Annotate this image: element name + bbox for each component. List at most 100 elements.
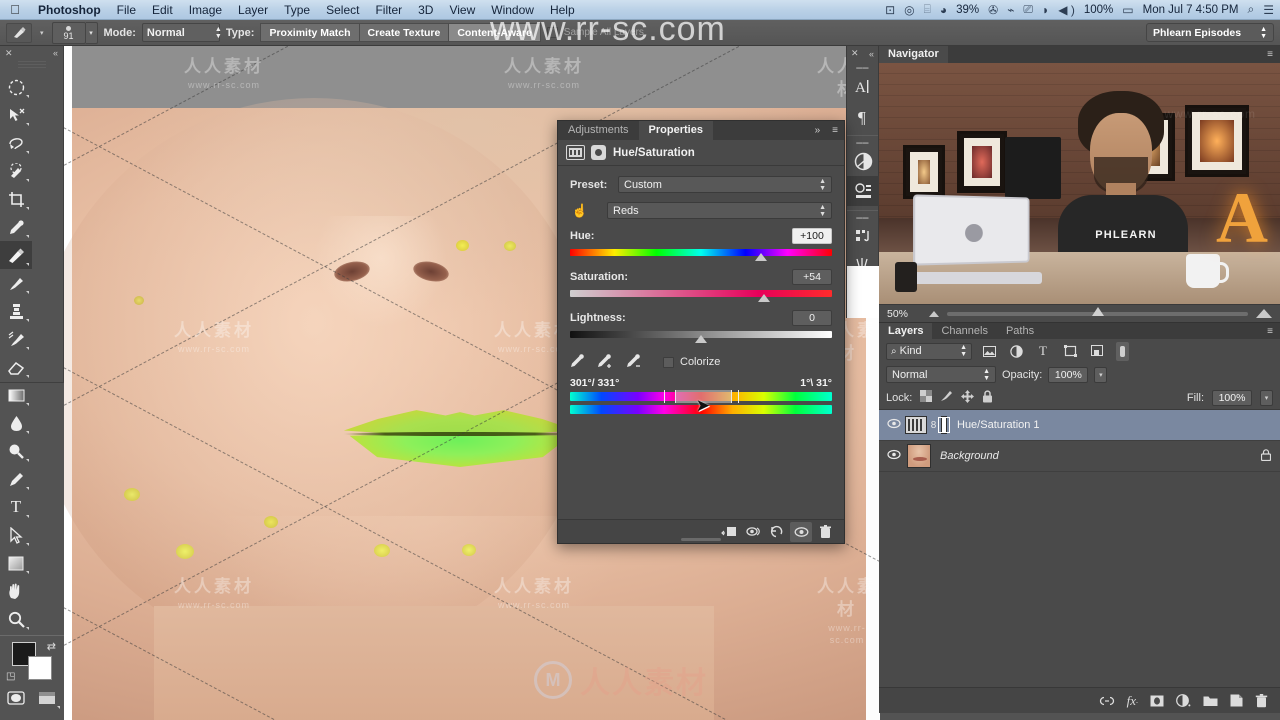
zoom-tool[interactable] [0,605,32,633]
layer-style-icon[interactable]: fx. [1127,693,1138,709]
gradient-tool[interactable] [0,381,32,409]
screen-record-icon[interactable]: ⊡ [885,3,895,17]
opacity-stepper-icon[interactable]: ▾ [1094,366,1108,383]
background-color-swatch[interactable] [28,656,52,680]
add-layer-mask-icon[interactable] [1150,695,1164,707]
brush-size-preview[interactable]: 91 [51,21,86,44]
colorize-checkbox[interactable] [663,356,674,368]
swap-colors-icon[interactable]: ⇄ [47,640,56,653]
saturation-slider[interactable] [570,289,832,302]
menu-3d[interactable]: 3D [410,0,441,20]
table-row[interactable]: 8 Hue/Saturation 1 [879,410,1280,441]
table-row[interactable]: Background [879,441,1280,472]
battery-icon[interactable]: ▭ [1122,3,1133,17]
close-icon[interactable]: ✕ [5,48,13,59]
expand-panels-icon[interactable]: « [869,49,874,59]
reset-icon[interactable] [766,522,788,542]
brush-preset-chevron-icon[interactable]: ▾ [85,21,98,44]
lasso-tool[interactable] [0,129,32,157]
menu-file[interactable]: File [109,0,144,20]
tool-preset-chevron-icon[interactable]: ▾ [38,29,46,37]
adjustment-layer-thumbnail[interactable] [905,416,927,434]
clone-stamp-tool[interactable] [0,297,32,325]
evernote-icon[interactable]: ✇ [988,3,998,17]
menu-view[interactable]: View [441,0,483,20]
dropbox-icon[interactable]: ◎ [904,3,914,17]
filter-pixel-layers-icon[interactable] [979,342,999,361]
layer-mask-thumbnail[interactable] [938,416,950,434]
menu-type[interactable]: Type [276,0,318,20]
layers-panel-menu-icon[interactable]: ≡ [1260,326,1280,337]
color-range-fade-left-handle[interactable] [664,390,666,403]
panel-grip[interactable] [17,61,46,70]
menu-edit[interactable]: Edit [144,0,181,20]
tab-navigator[interactable]: Navigator [879,46,948,63]
tab-adjustments[interactable]: Adjustments [558,121,639,140]
menu-image[interactable]: Image [181,0,230,20]
new-layer-icon[interactable] [1230,694,1243,707]
clip-to-layer-icon[interactable] [718,522,740,542]
timer-icon[interactable]: ◕ [940,3,947,17]
lock-all-icon[interactable] [982,389,993,406]
opacity-value-input[interactable]: 100% [1048,366,1089,383]
zoom-slider[interactable] [947,306,1248,316]
layer-visibility-icon[interactable] [883,418,905,432]
menu-help[interactable]: Help [542,0,583,20]
crop-tool[interactable] [0,185,32,213]
background-layer-thumbnail[interactable] [907,444,931,468]
move-tool[interactable] [0,101,32,129]
history-brush-tool[interactable] [0,325,32,353]
fill-stepper-icon[interactable]: ▾ [1260,389,1273,406]
menu-window[interactable]: Window [483,0,542,20]
panel-menu-icon[interactable]: ≡ [826,121,844,140]
menu-filter[interactable]: Filter [367,0,410,20]
lightness-slider-thumb[interactable] [695,335,707,343]
menu-layer[interactable]: Layer [230,0,276,20]
lightness-value-input[interactable]: 0 [792,310,832,326]
hue-slider-thumb[interactable] [755,253,768,261]
adjustments-panel-icon[interactable] [847,146,880,176]
zoom-level-value[interactable]: 50% [887,308,921,320]
filter-type-layers-icon[interactable]: T [1033,342,1053,361]
apple-menu-icon[interactable]:  [0,2,30,17]
tab-properties[interactable]: Properties [638,121,713,140]
quick-mask-mode-button[interactable] [0,684,32,712]
saturation-value-input[interactable]: +54 [792,269,832,285]
panel-resize-grip[interactable] [681,538,721,541]
blend-mode-select[interactable]: Normal ▲ ▼ [141,23,222,42]
hue-slider[interactable] [570,248,832,261]
type-content-aware-button[interactable]: Content-Aware [448,23,541,42]
eyedropper-add-icon[interactable] [597,353,614,371]
navigator-panel-menu-icon[interactable]: ≡ [1260,49,1280,60]
new-adjustment-layer-icon[interactable] [1176,694,1191,707]
filter-toggle-switch[interactable] [1116,341,1129,361]
lock-icon[interactable]: ⌸ [924,2,931,17]
filter-smart-objects-icon[interactable] [1087,342,1107,361]
character-panel-icon[interactable]: A [847,71,880,101]
volume-icon[interactable]: ◀ ) [1058,3,1075,17]
lightness-slider[interactable] [570,330,832,343]
toggle-layer-visibility-icon[interactable] [790,521,812,542]
airplay-icon[interactable]: ⎚ [1023,2,1033,17]
delete-layer-icon[interactable] [1255,693,1268,708]
actions-panel-icon[interactable] [847,221,880,251]
eyedropper-subtract-icon[interactable] [626,353,643,371]
collapse-panel-icon[interactable]: » [809,121,827,140]
tab-channels[interactable]: Channels [932,323,996,340]
color-range-slider[interactable]: ➤ [570,390,832,415]
lock-image-pixels-icon[interactable] [940,390,953,405]
default-colors-icon[interactable]: ◳ [6,671,15,682]
delete-adjustment-layer-icon[interactable] [814,522,836,542]
layer-blend-mode-select[interactable]: Normal ▲ ▼ [886,366,996,383]
preset-select[interactable]: Custom ▲ ▼ [618,176,832,193]
type-proximity-match-button[interactable]: Proximity Match [260,23,359,42]
clock-label[interactable]: Mon Jul 7 4:50 PM [1143,4,1239,16]
hand-tool[interactable] [0,577,32,605]
link-layers-icon[interactable] [1099,696,1115,706]
filter-kind-select[interactable]: ⌕ Kind ▲ ▼ [886,342,972,360]
eyedropper-icon[interactable] [570,353,585,371]
colorize-control[interactable]: Colorize [663,356,720,368]
screen-mode-button[interactable] [32,684,64,712]
color-range-fade-right-handle[interactable] [737,390,739,403]
blur-tool[interactable] [0,409,32,437]
